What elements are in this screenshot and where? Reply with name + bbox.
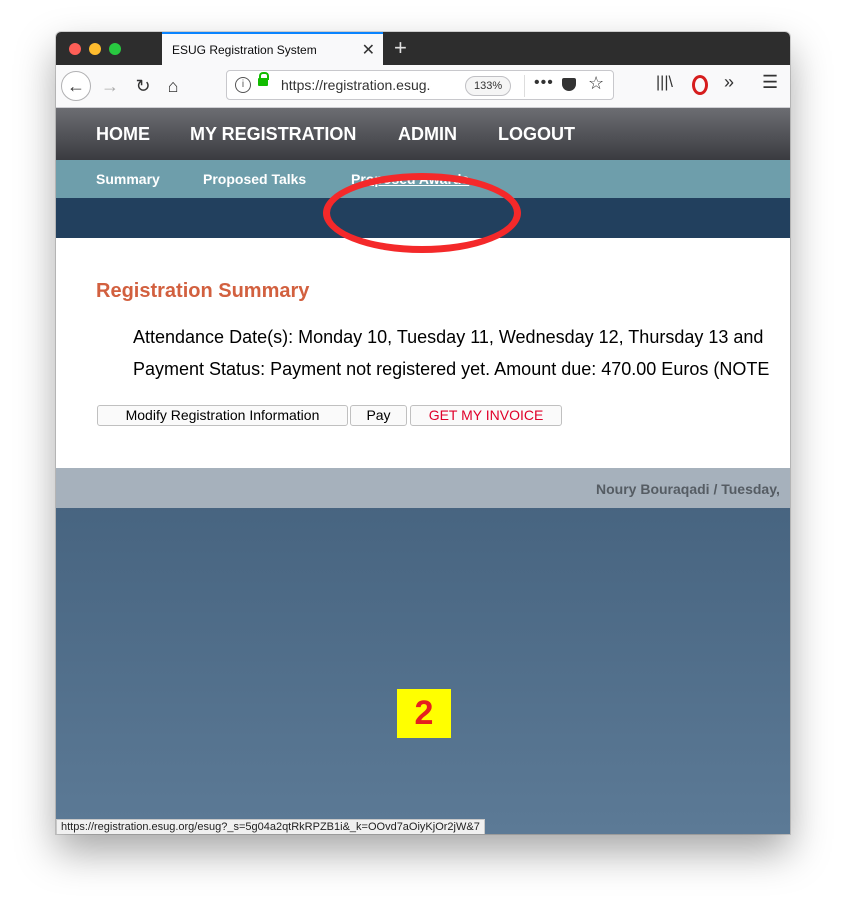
footer-text: Noury Bouraqadi / Tuesday, [596, 481, 780, 497]
status-bar-url: https://registration.esug.org/esug?_s=5g… [56, 819, 485, 834]
close-window-button[interactable] [69, 43, 81, 55]
pocket-icon[interactable] [562, 78, 576, 91]
url-text[interactable]: https://registration.esug.org [281, 77, 431, 93]
nav-home[interactable]: HOME [96, 124, 150, 145]
bookmark-star-icon[interactable]: ☆ [588, 73, 604, 94]
modify-registration-button[interactable]: Modify Registration Information [97, 405, 348, 426]
step-number-badge: 2 [397, 689, 451, 738]
nav-my-registration[interactable]: MY REGISTRATION [190, 124, 356, 145]
page-actions-icon[interactable]: ••• [534, 74, 554, 92]
reload-icon[interactable]: ↻ [128, 71, 158, 101]
new-tab-button[interactable]: + [394, 35, 407, 61]
library-icon[interactable]: |||\ [656, 74, 673, 92]
info-icon[interactable]: i [235, 77, 251, 93]
content-panel: Registration Summary Attendance Date(s):… [56, 238, 790, 468]
subnav-proposed-talks[interactable]: Proposed Talks [203, 171, 306, 187]
nav-admin[interactable]: ADMIN [398, 124, 457, 145]
tab-title: ESUG Registration System [172, 43, 317, 57]
minimize-window-button[interactable] [89, 43, 101, 55]
zoom-window-button[interactable] [109, 43, 121, 55]
page-footer: Noury Bouraqadi / Tuesday, [56, 468, 790, 508]
url-bar[interactable]: i https://registration.esug.org 133% •••… [226, 70, 614, 100]
browser-tab[interactable]: ESUG Registration System ✕ [162, 32, 383, 65]
lock-icon [258, 72, 269, 86]
back-icon[interactable]: ← [61, 71, 91, 101]
url-separator [524, 75, 525, 97]
pay-button[interactable]: Pay [350, 405, 407, 426]
title-bar: ESUG Registration System ✕ + [56, 32, 790, 65]
subnav-summary[interactable]: Summary [96, 171, 160, 187]
page-title: Registration Summary [96, 280, 310, 302]
browser-toolbar: ← → ↻ ⌂ i https://registration.esug.org … [56, 65, 790, 108]
nav-logout[interactable]: LOGOUT [498, 124, 575, 145]
web-page: HOME MY REGISTRATION ADMIN LOGOUT Summar… [56, 108, 790, 834]
hamburger-menu-icon[interactable]: ☰ [762, 72, 778, 93]
opera-icon[interactable] [692, 75, 708, 95]
highlight-ring-annotation [323, 173, 521, 253]
attendance-dates: Attendance Date(s): Monday 10, Tuesday 1… [133, 327, 764, 347]
payment-status: Payment Status: Payment not registered y… [133, 359, 770, 379]
overflow-chevron-icon[interactable]: » [724, 72, 734, 93]
browser-window: ESUG Registration System ✕ + ← → ↻ ⌂ i h… [56, 32, 790, 834]
home-icon[interactable]: ⌂ [158, 71, 188, 101]
forward-icon[interactable]: → [95, 71, 125, 101]
get-invoice-button[interactable]: GET MY INVOICE [410, 405, 562, 426]
main-nav: HOME MY REGISTRATION ADMIN LOGOUT [56, 108, 790, 160]
zoom-indicator[interactable]: 133% [465, 76, 512, 96]
close-tab-icon[interactable]: ✕ [362, 40, 375, 60]
